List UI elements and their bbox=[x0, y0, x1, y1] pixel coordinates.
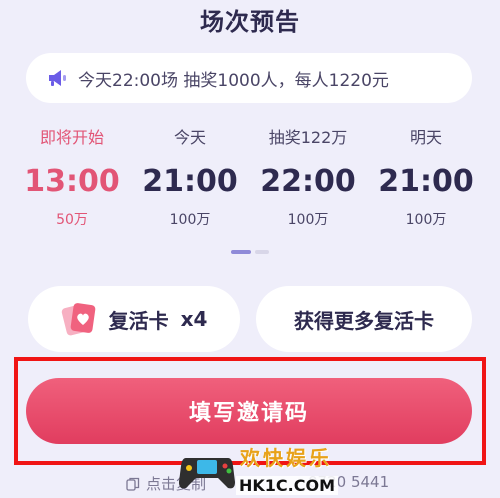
slot-prize: 100万 bbox=[169, 212, 211, 228]
watermark-title: 欢快娱乐 bbox=[240, 446, 332, 470]
slot-label: 抽奖122万 bbox=[268, 128, 348, 147]
slot-time: 13:00 bbox=[24, 164, 120, 199]
page-indicator-active bbox=[231, 250, 251, 254]
schedule-slot-1[interactable]: 即将开始 13:00 50万 bbox=[12, 124, 132, 232]
gamepad-icon bbox=[178, 444, 236, 492]
get-more-cards-label: 获得更多复活卡 bbox=[294, 308, 434, 333]
slot-time: 21:00 bbox=[142, 164, 238, 199]
slot-prize: 100万 bbox=[287, 212, 329, 228]
revive-card-count: x4 bbox=[180, 307, 208, 331]
announcement-text: 今天22:00场 抽奖1000人，每人1220元 bbox=[78, 70, 389, 91]
slot-time: 21:00 bbox=[378, 164, 474, 199]
get-more-cards-button[interactable]: 获得更多复活卡 bbox=[256, 286, 472, 352]
slot-prize: 100万 bbox=[405, 212, 447, 228]
revive-card-button[interactable]: 复活卡 x4 bbox=[28, 286, 240, 352]
schedule-slot-3[interactable]: 抽奖122万 22:00 100万 bbox=[248, 124, 368, 232]
schedule-slot-4[interactable]: 明天 21:00 100万 bbox=[366, 124, 486, 232]
slot-prize: 50万 bbox=[56, 212, 88, 228]
revive-card-label: 复活卡 bbox=[108, 308, 169, 333]
schedule-slot-2[interactable]: 今天 21:00 100万 bbox=[130, 124, 250, 232]
copy-icon bbox=[126, 477, 140, 491]
announcement-bar: 今天22:00场 抽奖1000人，每人1220元 bbox=[26, 53, 472, 103]
megaphone-icon bbox=[44, 65, 70, 91]
page-indicator-inactive bbox=[255, 250, 269, 254]
slot-time: 22:00 bbox=[260, 164, 356, 199]
slot-label: 今天 bbox=[173, 128, 206, 147]
schedule-list: 即将开始 13:00 50万 今天 21:00 100万 抽奖122万 22:0… bbox=[0, 124, 500, 234]
watermark-url: HK1C.COM bbox=[236, 476, 339, 495]
slot-label: 明天 bbox=[409, 128, 442, 147]
heart-card-icon bbox=[61, 300, 99, 338]
page-indicator bbox=[0, 250, 500, 254]
slot-label: 即将开始 bbox=[39, 128, 104, 147]
watermark: 欢快娱乐 HK1C.COM bbox=[178, 436, 339, 498]
page-title: 场次预告 bbox=[200, 8, 300, 36]
